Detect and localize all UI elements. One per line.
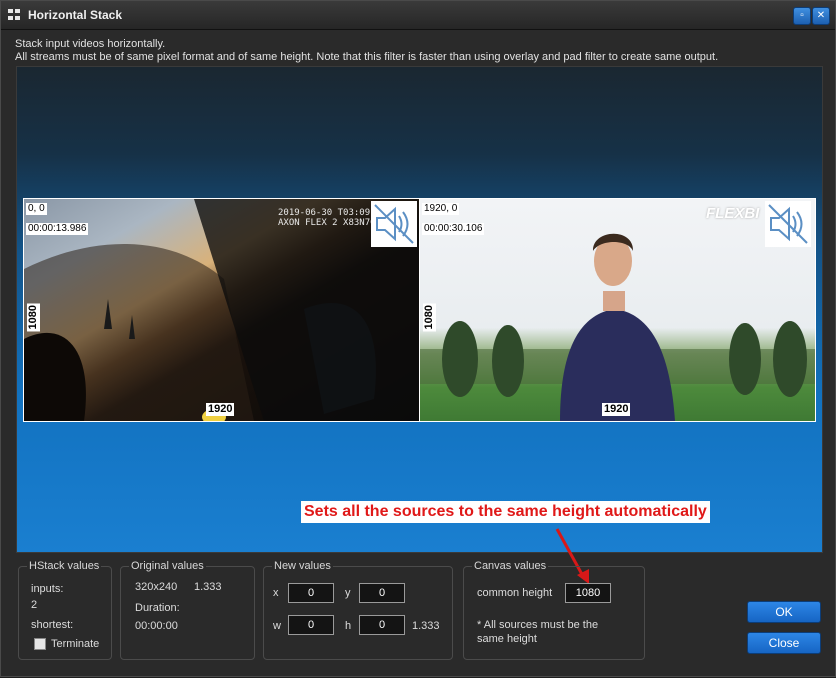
flexbi-logo: FLEXBI (706, 205, 759, 222)
common-height-input[interactable]: 1080 (565, 583, 611, 603)
right-coords-label: 1920, 0 (422, 203, 460, 215)
inputs-label: inputs: (31, 583, 64, 595)
video-right-preview[interactable]: 1920, 0 00:00:30.106 FLEXBI 1080 1920 (419, 198, 816, 422)
canvas-note-line-1: * All sources must be the (477, 619, 599, 631)
app-icon (8, 9, 22, 21)
title-bar[interactable]: Horizontal Stack ▫ ✕ (1, 1, 835, 30)
new-values-group: New values (263, 560, 453, 660)
canvas-note-line-2: same height (477, 633, 537, 645)
left-timecode: 00:00:13.986 (26, 223, 89, 235)
left-height-label: 1080 (27, 303, 40, 332)
new-values-legend: New values (274, 560, 331, 572)
terminate-label[interactable]: Terminate (51, 638, 99, 650)
duration-label: Duration: (135, 602, 180, 614)
restore-button[interactable]: ▫ (793, 7, 811, 25)
original-ratio: 1.333 (194, 581, 222, 593)
canvas-values-legend: Canvas values (474, 560, 547, 572)
duration-value: 00:00:00 (135, 620, 178, 632)
logo-text: FLEXBI (706, 205, 760, 222)
original-legend: Original values (131, 560, 204, 572)
terminate-checkbox[interactable] (34, 638, 46, 650)
close-button[interactable]: Close (747, 632, 821, 654)
h-input[interactable]: 0 (359, 615, 405, 635)
close-icon: ✕ (816, 10, 826, 21)
inputs-value: 2 (31, 599, 38, 611)
ok-button[interactable]: OK (747, 601, 821, 623)
new-ratio: 1.333 (412, 620, 440, 632)
shortest-label: shortest: (31, 619, 74, 631)
video-left-preview[interactable]: 0, 0 00:00:13.986 2019-06-30 T03:09:19 A… (23, 198, 420, 422)
y-label: y (345, 587, 351, 599)
canvas-values-group: Canvas values (463, 560, 645, 660)
w-input[interactable]: 0 (288, 615, 334, 635)
hstack-legend: HStack values (29, 560, 100, 572)
original-size: 320x240 (135, 581, 178, 593)
annotation-callout: Sets all the sources to the same height … (301, 501, 710, 523)
left-coords-label: 0, 0 (26, 203, 47, 215)
left-width-label: 1920 (206, 403, 235, 416)
preview-canvas: 0, 0 00:00:13.986 2019-06-30 T03:09:19 A… (16, 66, 823, 553)
w-label: w (273, 620, 281, 632)
h-label: h (345, 620, 352, 632)
description-line-1: Stack input videos horizontally. (15, 38, 166, 50)
right-height-label: 1080 (423, 303, 436, 332)
horizontal-stack-window: Horizontal Stack ▫ ✕ Stack input videos … (0, 0, 836, 677)
right-timecode: 00:00:30.106 (422, 223, 485, 235)
window-title: Horizontal Stack (28, 8, 123, 22)
close-window-button[interactable]: ✕ (812, 7, 830, 25)
restore-icon: ▫ (800, 10, 804, 21)
y-input[interactable]: 0 (359, 583, 405, 603)
x-label: x (273, 587, 279, 599)
muted-speaker-icon[interactable] (371, 201, 417, 247)
muted-speaker-icon[interactable] (765, 201, 811, 247)
common-height-label: common height (477, 587, 553, 599)
right-width-label: 1920 (602, 403, 631, 416)
x-input[interactable]: 0 (288, 583, 334, 603)
description-line-2: All streams must be of same pixel format… (15, 51, 719, 63)
